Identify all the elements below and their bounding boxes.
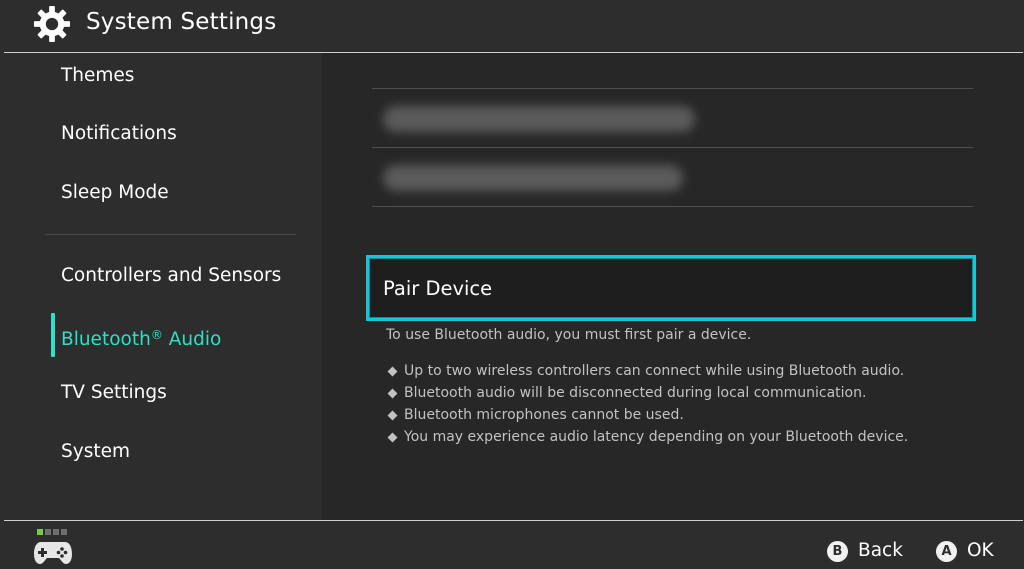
page-title: System Settings (86, 9, 277, 35)
sidebar-active-indicator (51, 313, 55, 357)
notes-list: Up to two wireless controllers can conne… (386, 360, 908, 448)
list-item: Bluetooth audio will be disconnected dur… (386, 382, 908, 404)
list-divider (372, 206, 973, 207)
back-label: Back (858, 540, 903, 561)
ok-label: OK (967, 540, 994, 561)
pair-device-button[interactable]: Pair Device (366, 255, 976, 321)
paired-device-item-blurred[interactable] (383, 106, 695, 132)
diamond-bullet-icon (387, 388, 398, 398)
pair-device-label: Pair Device (383, 277, 493, 300)
footer: B Back A OK (0, 521, 1024, 569)
list-item: Bluetooth microphones cannot be used. (386, 404, 908, 426)
sidebar-item-label: Bluetooth (61, 329, 151, 350)
registered-mark: ® (150, 328, 163, 342)
sidebar-item-tv-settings[interactable]: TV Settings (61, 380, 167, 406)
list-item: Up to two wireless controllers can conne… (386, 360, 908, 382)
b-button-icon: B (827, 540, 848, 562)
info-text: To use Bluetooth audio, you must first p… (386, 327, 752, 343)
diamond-bullet-icon (387, 366, 398, 376)
list-divider (372, 88, 973, 89)
list-divider (372, 147, 973, 148)
header: System Settings (0, 0, 1024, 53)
controller-icon (34, 542, 72, 564)
diamond-bullet-icon (387, 432, 398, 442)
sidebar-item-themes[interactable]: Themes (61, 63, 134, 89)
note-text: Bluetooth microphones cannot be used. (404, 407, 684, 423)
sidebar-item-bluetooth-audio[interactable]: Bluetooth® Audio (61, 322, 221, 353)
sidebar-item-system[interactable]: System (61, 439, 130, 465)
sidebar-item-sleep-mode[interactable]: Sleep Mode (61, 180, 169, 206)
player-indicator-dots (37, 529, 67, 535)
sidebar-item-label-rest: Audio (162, 329, 222, 350)
note-text: You may experience audio latency dependi… (404, 429, 909, 445)
a-button-icon: A (936, 540, 957, 562)
sidebar-item-notifications[interactable]: Notifications (61, 121, 177, 147)
player-dot (53, 529, 59, 535)
gear-icon (33, 5, 71, 43)
sidebar-divider (45, 234, 296, 235)
diamond-bullet-icon (387, 410, 398, 420)
back-button[interactable]: B Back (827, 539, 903, 563)
list-item: You may experience audio latency dependi… (386, 426, 908, 448)
note-text: Up to two wireless controllers can conne… (404, 363, 905, 379)
paired-device-item-blurred[interactable] (383, 165, 683, 191)
sidebar-item-controllers-and-sensors[interactable]: Controllers and Sensors (61, 263, 281, 289)
note-text: Bluetooth audio will be disconnected dur… (404, 385, 867, 401)
ok-button[interactable]: A OK (936, 539, 994, 563)
player-dot (45, 529, 51, 535)
player-dot (61, 529, 67, 535)
player-dot-active (37, 529, 43, 535)
